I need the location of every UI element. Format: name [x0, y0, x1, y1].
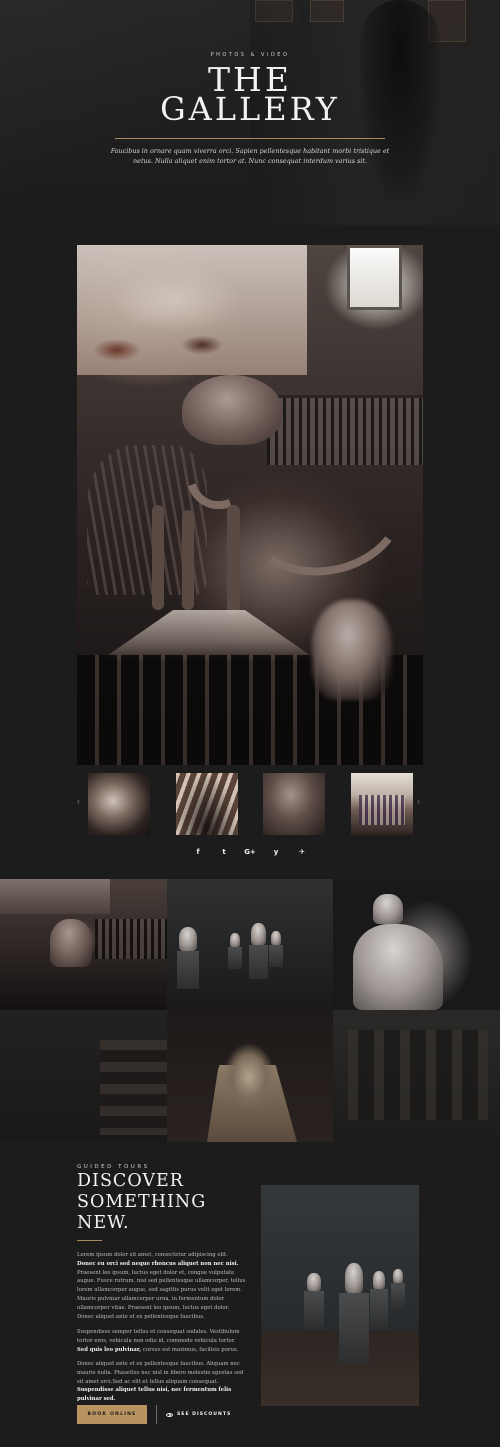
- grid-image-mammoth[interactable]: [0, 879, 167, 1010]
- telegram-icon[interactable]: ✈: [295, 845, 309, 859]
- grid-image-marble-statue[interactable]: [333, 879, 500, 1010]
- thumbnail-1[interactable]: [88, 773, 150, 835]
- thumbnail-4[interactable]: [351, 773, 413, 835]
- social-share-bar: f t G+ y ✈: [191, 845, 309, 859]
- grid-image-dark-exhibit[interactable]: [0, 1010, 167, 1142]
- thumbnails-prev-arrow-icon[interactable]: ‹: [77, 797, 80, 806]
- discover-image-sculpture-hall: [261, 1185, 419, 1406]
- discover-title-line3: NEW.: [77, 1213, 130, 1233]
- google-plus-icon[interactable]: G+: [243, 845, 257, 859]
- hero-title-line2: GALLERY: [160, 90, 340, 128]
- discover-title-line2: SOMETHING: [77, 1192, 207, 1212]
- discover-paragraph-1: Lorem ipsum dolor sit amet, consectetur …: [77, 1252, 246, 1320]
- see-discounts-label: SEE DISCOUNTS: [177, 1412, 232, 1417]
- featured-gallery-image[interactable]: [77, 245, 423, 765]
- grid-image-sculpture-hall[interactable]: [167, 879, 333, 1010]
- thumbnail-3[interactable]: [263, 773, 325, 835]
- yelp-icon[interactable]: y: [269, 845, 283, 859]
- see-discounts-button[interactable]: SEE DISCOUNTS: [166, 1405, 231, 1424]
- grid-image-museum-hall[interactable]: [333, 1010, 500, 1142]
- eye-icon: [166, 1412, 173, 1417]
- thumbnail-2[interactable]: [176, 773, 238, 835]
- hero-divider: [115, 138, 385, 139]
- hero-section: PHOTOS & VIDEO THE GALLERY Faucibus in o…: [0, 0, 500, 225]
- discover-title-line1: DISCOVER: [77, 1171, 184, 1191]
- discover-divider: [77, 1240, 102, 1241]
- image-grid: [0, 879, 500, 1142]
- hero-kicker: PHOTOS & VIDEO: [210, 52, 290, 58]
- facebook-icon[interactable]: f: [191, 845, 205, 859]
- book-online-button[interactable]: BOOK ONLINE: [77, 1405, 147, 1424]
- discover-kicker: GUIDED TOURS: [77, 1164, 150, 1170]
- twitter-icon[interactable]: t: [217, 845, 231, 859]
- thumbnails-next-arrow-icon[interactable]: ›: [417, 797, 420, 806]
- discover-paragraph-2: Suspendisse semper tellus et consequat s…: [77, 1329, 240, 1353]
- grid-image-sphinx[interactable]: [167, 1010, 333, 1142]
- hero-description: Faucibus in ornare quam viverra orci. Sa…: [110, 147, 390, 165]
- discover-paragraph-3: Donec aliquet ante et ex pellentesque fa…: [77, 1361, 244, 1403]
- button-divider: [156, 1405, 157, 1424]
